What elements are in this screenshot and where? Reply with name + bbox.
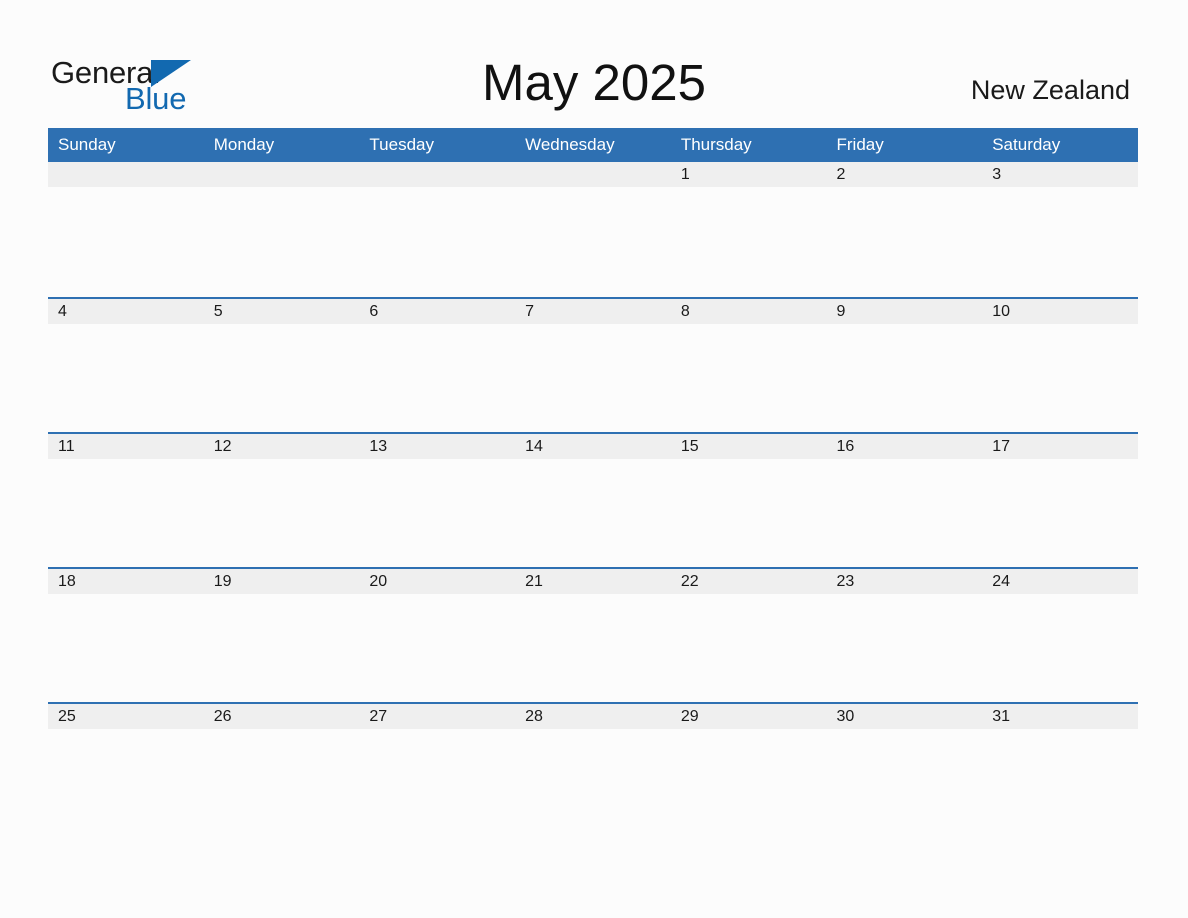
date-number-band: 123 [48, 162, 1138, 187]
calendar-week-row: 123 [48, 162, 1138, 297]
calendar-day-21[interactable]: 21 [515, 569, 671, 594]
weekday-header-saturday: Saturday [992, 135, 1061, 154]
calendar-day-5[interactable]: 5 [204, 299, 360, 324]
calendar-day-9[interactable]: 9 [827, 299, 983, 324]
calendar-day-19[interactable]: 19 [204, 569, 360, 594]
weekday-header-friday: Friday [836, 135, 884, 154]
calendar-event-area[interactable] [48, 459, 1138, 567]
calendar-day-16[interactable]: 16 [827, 434, 983, 459]
calendar-day-22[interactable]: 22 [671, 569, 827, 594]
calendar-day-17[interactable]: 17 [982, 434, 1138, 459]
calendar-day-10[interactable]: 10 [982, 299, 1138, 324]
calendar-day-1[interactable]: 1 [671, 162, 827, 187]
calendar-week-row: 25 26 27 28 29 30 31 [48, 702, 1138, 837]
calendar-week-row: 4 5 6 7 8 9 10 [48, 297, 1138, 432]
weekday-header-sunday: Sunday [58, 135, 116, 154]
calendar-day-31[interactable]: 31 [982, 704, 1138, 729]
calendar-event-area[interactable] [48, 594, 1138, 702]
calendar-day-7[interactable]: 7 [515, 299, 671, 324]
calendar-grid: Sunday Monday Tuesday Wednesday Thursday Frid… [48, 128, 1138, 837]
country-label: New Zealand [970, 75, 1130, 105]
weekday-header-thursday: Thursday [680, 135, 752, 154]
calendar-day-26[interactable]: 26 [204, 704, 360, 729]
calendar-day-empty [515, 162, 671, 187]
calendar-day-11[interactable]: 11 [48, 434, 204, 459]
calendar-week-row: 18 19 20 21 22 23 24 [48, 567, 1138, 702]
calendar-day-18[interactable]: 18 [48, 569, 204, 594]
calendar-day-20[interactable]: 20 [359, 569, 515, 594]
calendar-day-12[interactable]: 12 [204, 434, 360, 459]
calendar-day-2[interactable]: 2 [827, 162, 983, 187]
calendar-day-23[interactable]: 23 [827, 569, 983, 594]
weekday-header-tuesday: Tuesday [369, 135, 434, 154]
date-number-band: 18 19 20 21 22 23 24 [48, 569, 1138, 594]
calendar-day-empty [48, 162, 204, 187]
calendar-day-25[interactable]: 25 [48, 704, 204, 729]
calendar-day-8[interactable]: 8 [671, 299, 827, 324]
calendar-event-area[interactable] [48, 324, 1138, 432]
calendar-day-empty [359, 162, 515, 187]
calendar-day-13[interactable]: 13 [359, 434, 515, 459]
calendar-day-28[interactable]: 28 [515, 704, 671, 729]
calendar-event-area[interactable] [48, 729, 1138, 837]
calendar-day-24[interactable]: 24 [982, 569, 1138, 594]
weekday-header-row: Sunday Monday Tuesday Wednesday Thursday Frid… [48, 128, 1138, 162]
calendar-day-30[interactable]: 30 [827, 704, 983, 729]
weekday-header-monday: Monday [213, 135, 275, 154]
calendar-week-row: 11 12 13 14 15 16 17 [48, 432, 1138, 567]
calendar-event-area[interactable] [48, 187, 1138, 295]
calendar-day-3[interactable]: 3 [982, 162, 1138, 187]
date-number-band: 4 5 6 7 8 9 10 [48, 299, 1138, 324]
calendar-day-27[interactable]: 27 [359, 704, 515, 729]
date-number-band: 11 12 13 14 15 16 17 [48, 434, 1138, 459]
weekday-header-wednesday: Wednesday [525, 135, 615, 154]
calendar-page: General Blue May 2025 New Zealand Sunday… [0, 0, 1188, 918]
calendar-day-4[interactable]: 4 [48, 299, 204, 324]
calendar-day-14[interactable]: 14 [515, 434, 671, 459]
calendar-week-rows: 1 2 3 4 5 6 7 8 9 10 11 12 13 14 15 16 17 18 19 20 21 22 23 24 2… [48, 162, 1138, 837]
date-number-band: 25 26 27 28 29 30 31 [48, 704, 1138, 729]
page-header-banner: General Blue May 2025 New Zealand [0, 0, 1188, 128]
calendar-day-empty [204, 162, 360, 187]
calendar-day-29[interactable]: 29 [671, 704, 827, 729]
calendar-day-6[interactable]: 6 [359, 299, 515, 324]
calendar-day-15[interactable]: 15 [671, 434, 827, 459]
